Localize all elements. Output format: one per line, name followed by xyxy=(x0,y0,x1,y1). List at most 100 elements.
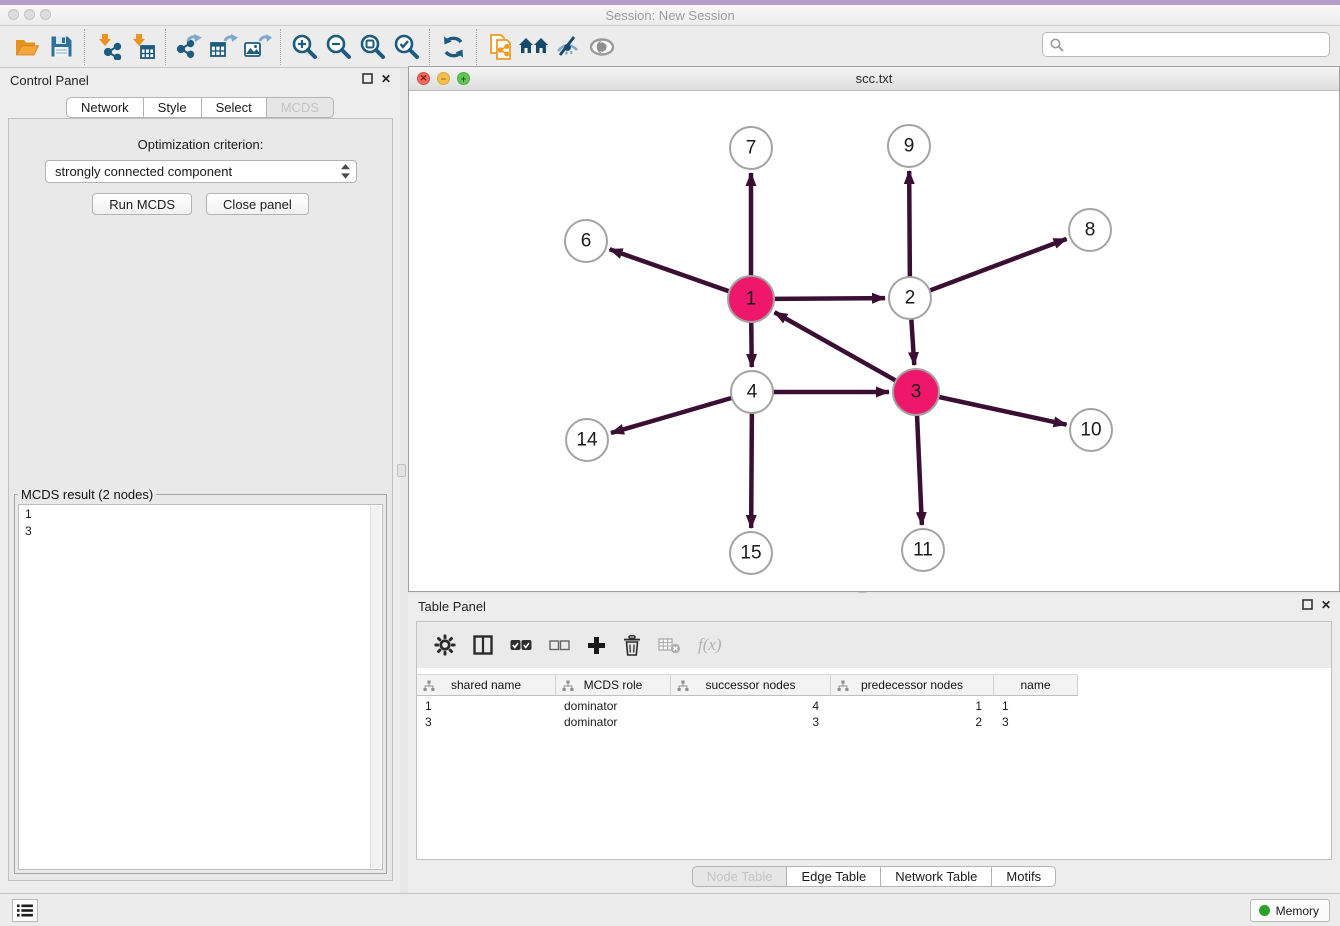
control-panel-header: Control Panel ✕ xyxy=(0,68,400,92)
table-cell[interactable]: dominator xyxy=(556,714,671,730)
show-all-columns-icon[interactable] xyxy=(510,639,532,651)
zoom-fit-button[interactable] xyxy=(355,30,389,64)
table-header-row: shared nameMCDS rolesuccessor nodesprede… xyxy=(417,674,1078,696)
graph-edge-2-3[interactable] xyxy=(911,319,914,365)
table-cell[interactable]: 3 xyxy=(417,714,556,730)
search-box[interactable] xyxy=(1042,32,1330,57)
show-all-networks-button[interactable] xyxy=(517,30,551,64)
tab-network[interactable]: Network xyxy=(66,97,144,118)
table-panel: Table Panel ✕ xyxy=(408,594,1340,893)
result-scrollbar[interactable] xyxy=(370,506,381,868)
hide-others-button[interactable] xyxy=(551,30,585,64)
graph-edge-3-10[interactable] xyxy=(938,397,1066,425)
delete-columns-icon[interactable] xyxy=(623,635,641,656)
tab-node-table[interactable]: Node Table xyxy=(692,866,788,887)
search-input[interactable] xyxy=(1069,35,1329,55)
table-row[interactable]: 3dominator323 xyxy=(417,714,1078,730)
float-panel-icon[interactable] xyxy=(362,73,373,84)
network-view-window: ✕ − + scc.txt 7968124314101511 xyxy=(408,66,1340,592)
table-cell[interactable]: 1 xyxy=(417,698,556,714)
tab-select[interactable]: Select xyxy=(201,97,267,118)
delete-table-icon xyxy=(658,637,681,654)
task-history-button[interactable] xyxy=(12,899,38,922)
export-table-button[interactable] xyxy=(206,30,240,64)
column-header-MCDS-role[interactable]: MCDS role xyxy=(556,675,671,695)
graph-node-label: 2 xyxy=(905,288,916,309)
table-row[interactable]: 1dominator411 xyxy=(417,698,1078,714)
network-window-titlebar[interactable]: ✕ − + scc.txt xyxy=(409,67,1339,91)
import-network-button[interactable] xyxy=(91,30,125,64)
mcds-result-line: 3 xyxy=(25,523,382,540)
graph-node-label: 3 xyxy=(911,382,922,403)
network-canvas[interactable]: 7968124314101511 xyxy=(409,92,1339,591)
hide-all-columns-icon[interactable] xyxy=(549,640,570,651)
clone-network-icon xyxy=(488,33,513,61)
column-header-name[interactable]: name xyxy=(994,675,1078,695)
show-eye-button[interactable] xyxy=(585,30,619,64)
graph-edge-2-9[interactable] xyxy=(909,171,910,277)
memory-button[interactable]: Memory xyxy=(1250,899,1330,922)
app-title: Session: New Session xyxy=(0,8,1340,23)
tab-style[interactable]: Style xyxy=(143,97,202,118)
tab-motifs[interactable]: Motifs xyxy=(991,866,1056,887)
tab-network-table[interactable]: Network Table xyxy=(880,866,992,887)
close-table-panel-icon[interactable]: ✕ xyxy=(1321,600,1331,610)
graph-edge-3-1[interactable] xyxy=(775,312,896,380)
clone-network-button[interactable] xyxy=(483,30,517,64)
close-panel-button[interactable]: Close panel xyxy=(206,193,309,215)
mcds-result-text[interactable]: 13 xyxy=(18,504,383,870)
memory-label: Memory xyxy=(1276,904,1319,918)
graph-edge-2-8[interactable] xyxy=(930,239,1067,291)
memory-status-icon xyxy=(1259,905,1270,916)
table-cell[interactable]: 3 xyxy=(671,714,831,730)
table-cell[interactable]: 1 xyxy=(994,698,1078,714)
hide-others-icon xyxy=(555,35,581,59)
graph-node-label: 6 xyxy=(581,231,592,252)
table-cell[interactable]: 2 xyxy=(831,714,994,730)
graph-edge-1-2[interactable] xyxy=(774,298,885,299)
column-header-successor-nodes[interactable]: successor nodes xyxy=(671,675,831,695)
import-table-button[interactable] xyxy=(125,30,159,64)
export-image-button[interactable] xyxy=(240,30,274,64)
create-column-icon[interactable] xyxy=(587,636,606,655)
run-mcds-button[interactable]: Run MCDS xyxy=(92,193,192,215)
open-file-button[interactable] xyxy=(10,30,44,64)
vertical-splitter-grip[interactable] xyxy=(397,464,406,477)
table-cell[interactable]: dominator xyxy=(556,698,671,714)
toolbar-separator xyxy=(476,29,477,65)
save-session-button[interactable] xyxy=(44,30,78,64)
zoom-selected-button[interactable] xyxy=(389,30,423,64)
graph-edge-1-6[interactable] xyxy=(610,249,730,291)
export-image-icon xyxy=(243,33,272,60)
show-all-networks-icon xyxy=(519,37,549,57)
tab-mcds[interactable]: MCDS xyxy=(266,97,334,118)
control-panel-title: Control Panel xyxy=(10,73,89,88)
column-type-icon xyxy=(423,680,435,692)
mcds-tab-content: Optimization criterion: strongly connect… xyxy=(8,118,393,881)
graph-edge-3-11[interactable] xyxy=(917,415,922,525)
task-list-icon xyxy=(17,904,33,917)
zoom-out-button[interactable] xyxy=(321,30,355,64)
graph-edge-4-14[interactable] xyxy=(611,398,732,433)
table-cell[interactable]: 1 xyxy=(831,698,994,714)
zoom-in-icon xyxy=(291,33,318,60)
float-table-panel-icon[interactable] xyxy=(1302,599,1313,610)
table-options-icon[interactable] xyxy=(434,634,456,656)
column-view-icon[interactable] xyxy=(473,635,493,655)
table-cell[interactable]: 4 xyxy=(671,698,831,714)
zoom-selected-icon xyxy=(393,33,420,60)
column-header-shared-name[interactable]: shared name xyxy=(417,675,556,695)
tab-edge-table[interactable]: Edge Table xyxy=(786,866,881,887)
close-panel-icon[interactable]: ✕ xyxy=(381,74,391,84)
toolbar-separator xyxy=(280,29,281,65)
status-bar: Memory xyxy=(0,893,1340,926)
column-header-predecessor-nodes[interactable]: predecessor nodes xyxy=(831,675,994,695)
table-rows: 1dominator4113dominator323 xyxy=(417,698,1078,730)
optimization-criterion-select[interactable]: strongly connected component xyxy=(45,160,357,183)
refresh-view-button[interactable] xyxy=(436,30,470,64)
export-network-button[interactable] xyxy=(172,30,206,64)
table-cell[interactable]: 3 xyxy=(994,714,1078,730)
graph-node-label: 7 xyxy=(746,138,757,159)
graph-edge-4-15[interactable] xyxy=(751,413,752,528)
zoom-in-button[interactable] xyxy=(287,30,321,64)
